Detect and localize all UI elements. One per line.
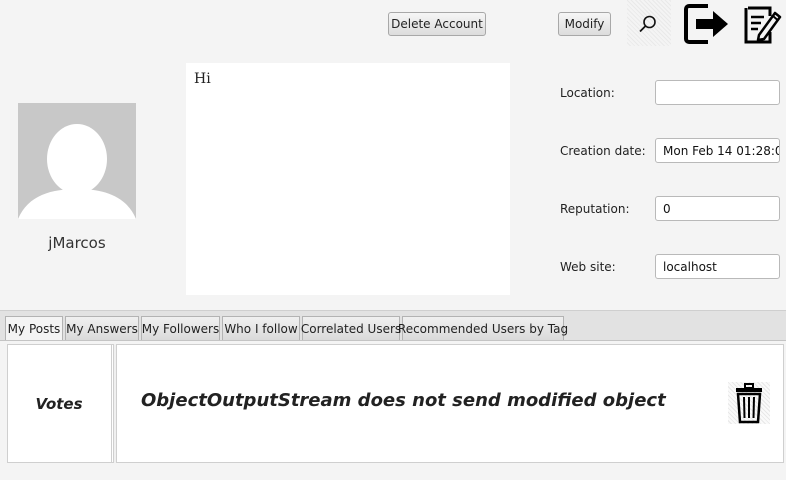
tab-who-i-follow[interactable]: Who I follow — [222, 316, 300, 340]
post-title[interactable]: ObjectOutputStream does not send modifie… — [141, 390, 666, 411]
creation-date-label: Creation date: — [560, 144, 646, 158]
tab-recommended-users-by-tag[interactable]: Recommended Users by Tag — [398, 316, 568, 340]
about-text: Hi — [194, 71, 211, 87]
search-icon — [639, 15, 656, 33]
creation-date-field[interactable]: Mon Feb 14 01:28:00 — [655, 138, 780, 163]
delete-post-button[interactable] — [728, 382, 770, 424]
tab-my-followers[interactable]: My Followers — [141, 316, 220, 340]
reputation-label: Reputation: — [560, 202, 630, 216]
column-divider — [113, 344, 117, 463]
tab-my-answers[interactable]: My Answers — [65, 316, 139, 340]
reputation-field[interactable]: 0 — [655, 196, 780, 221]
location-field[interactable] — [655, 80, 780, 105]
votes-label: Votes — [7, 344, 112, 463]
edit-profile-button[interactable] — [742, 2, 782, 46]
search-button[interactable] — [627, 0, 671, 46]
location-label: Location: — [560, 86, 615, 100]
avatar — [18, 103, 136, 219]
about-text-area[interactable]: Hi — [186, 63, 510, 295]
user-silhouette-icon — [18, 124, 136, 219]
modify-button[interactable]: Modify — [558, 12, 611, 36]
username: jMarcos — [48, 234, 106, 252]
tab-correlated-users[interactable]: Correlated Users — [301, 316, 401, 340]
delete-account-button[interactable]: Delete Account — [388, 12, 486, 36]
logout-button[interactable] — [684, 2, 732, 46]
trash-icon — [736, 383, 762, 424]
logout-icon — [684, 4, 728, 44]
edit-icon — [744, 6, 782, 44]
website-field[interactable]: localhost — [655, 254, 780, 279]
tab-my-posts[interactable]: My Posts — [5, 316, 63, 341]
website-label: Web site: — [560, 260, 616, 274]
